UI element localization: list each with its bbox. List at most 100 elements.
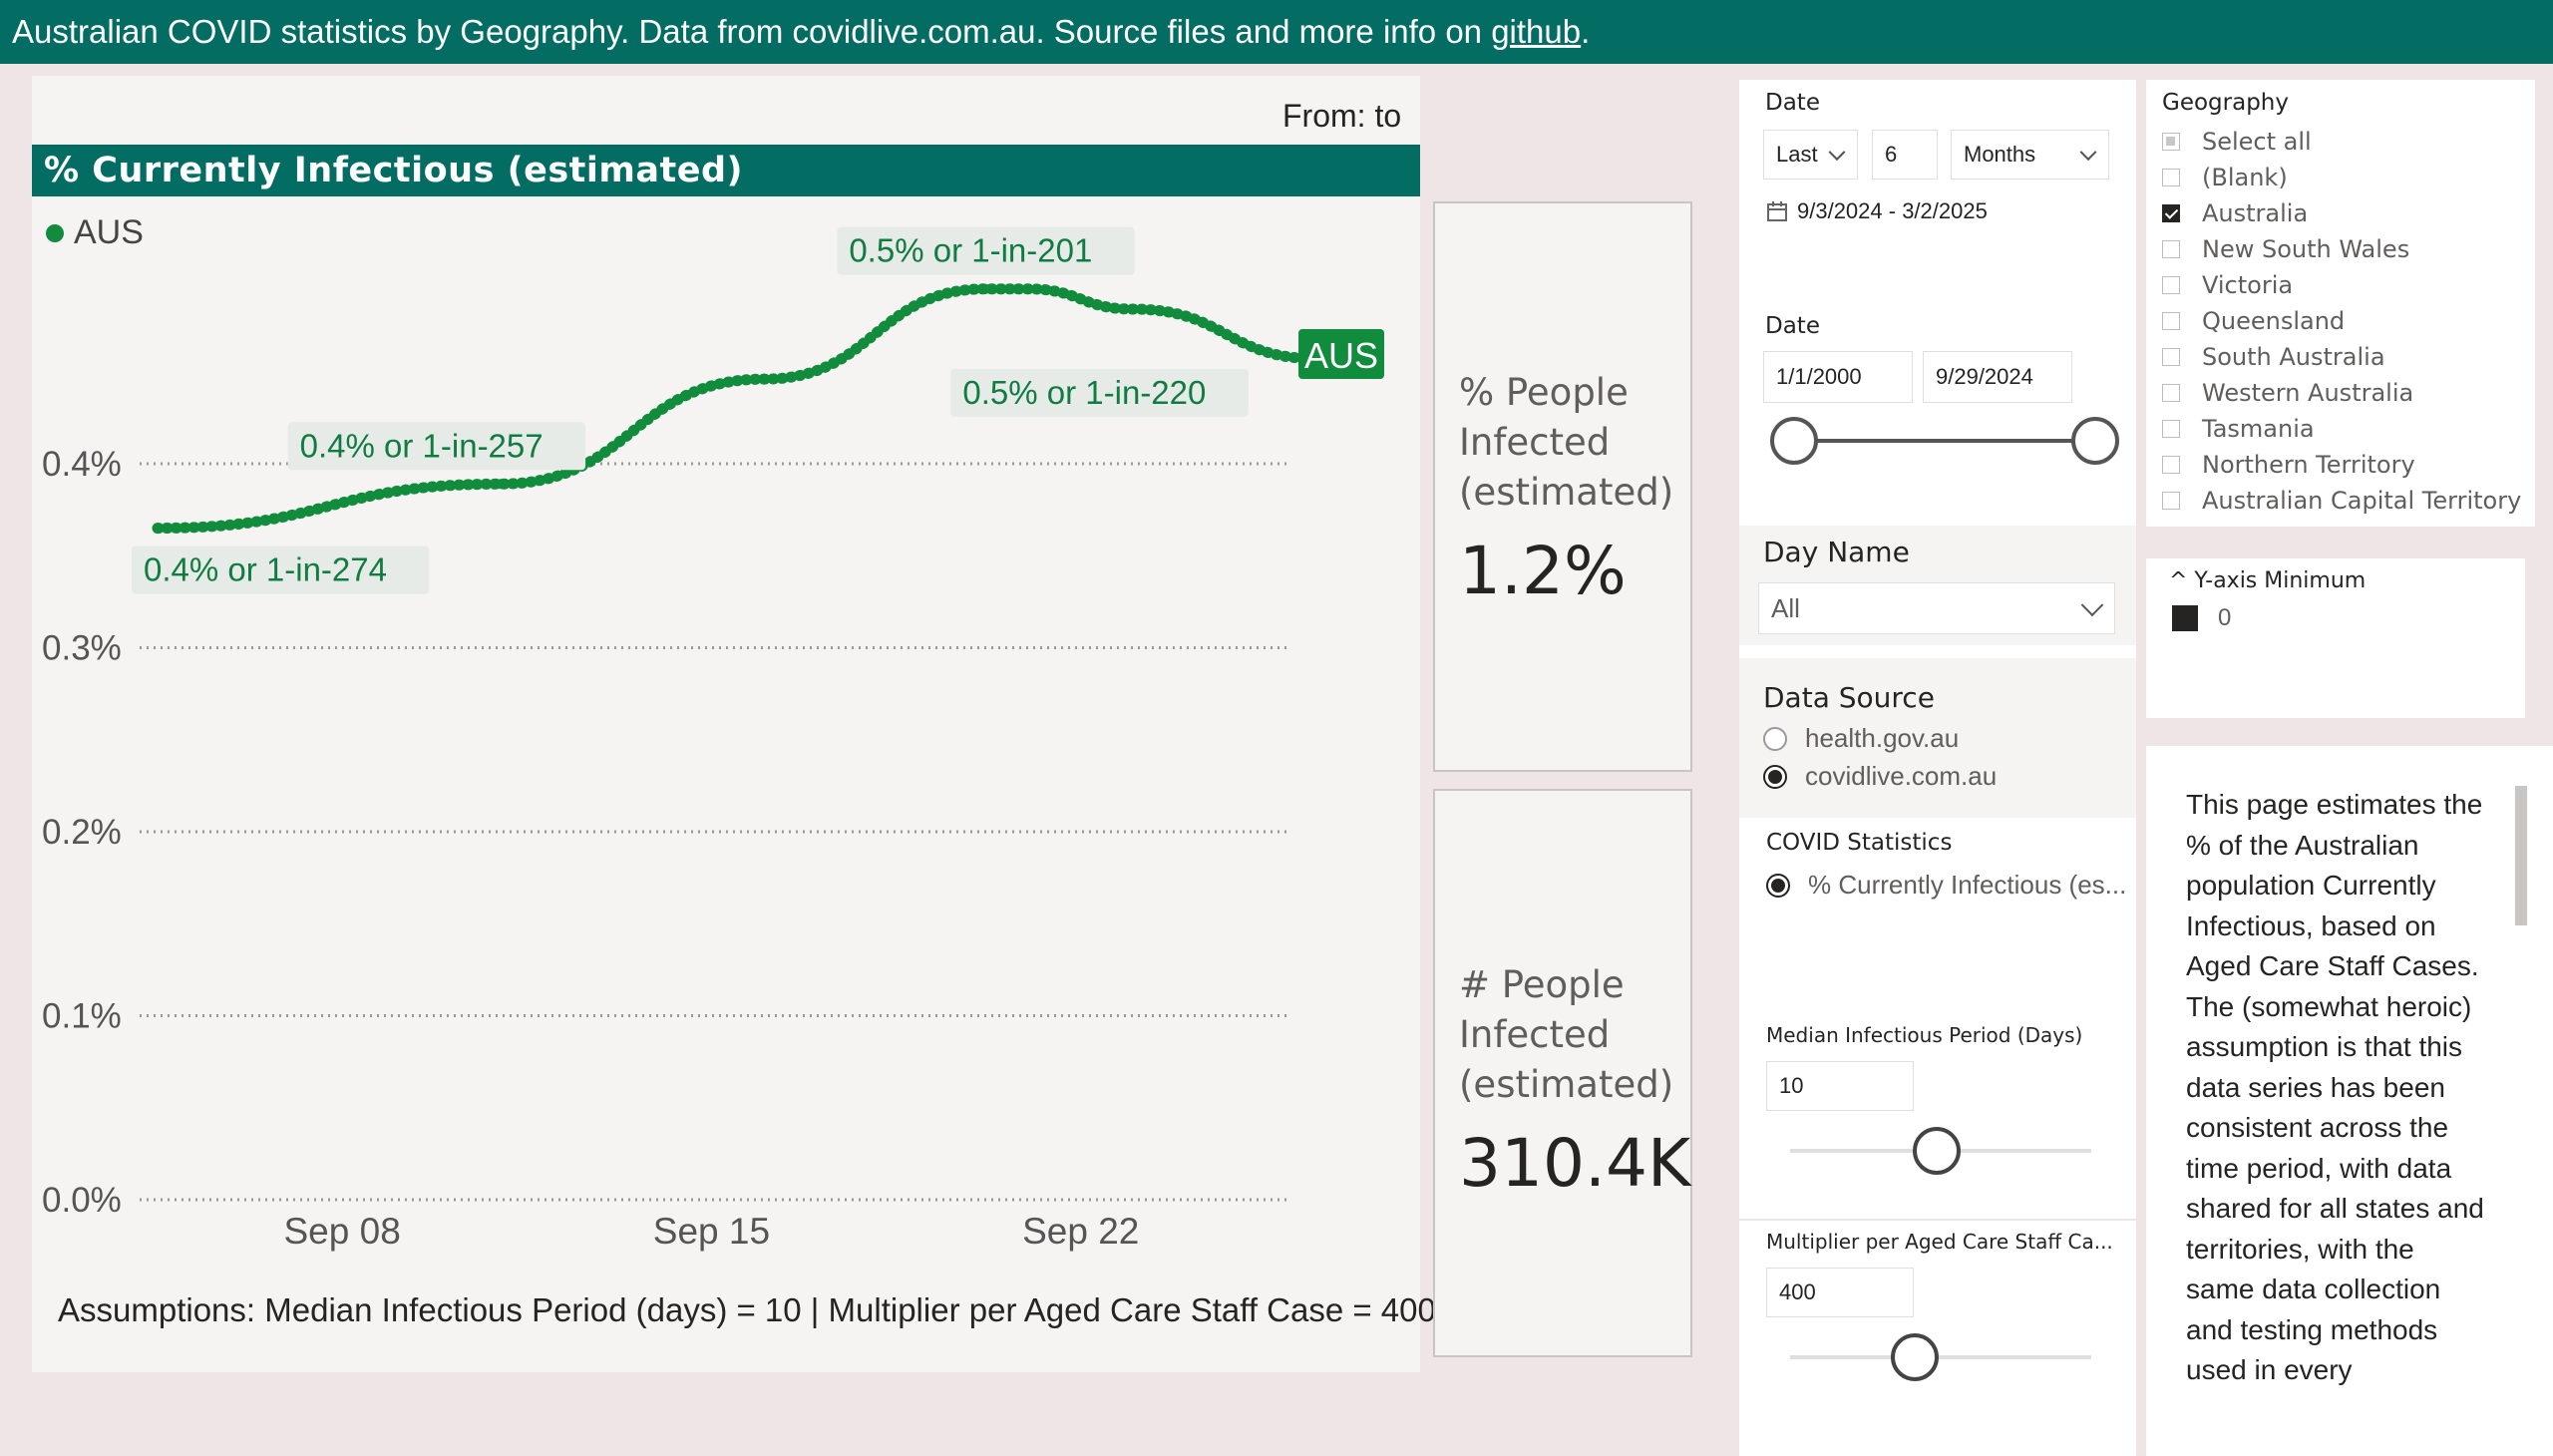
x-tick-label: Sep 08 [284,1211,401,1252]
kpi-card-percent-infected: % People Infected (estimated) 1.2% [1433,201,1692,772]
kpi-label-line: Infected [1459,421,1611,464]
checkbox-icon [2162,348,2180,366]
scrollbar-thumb[interactable] [2515,786,2527,925]
kpi-label-line: (estimated) [1459,1063,1674,1106]
line-chart[interactable]: 0.0% 0.1% 0.2% 0.3% 0.4% Sep 08 Sep 15 Sep 22 0.… [0,0,1436,1336]
kpi-label-line: (estimated) [1459,471,1674,514]
description-line: used in every [2186,1354,2353,1385]
geography-item[interactable]: Australia [2162,199,2308,227]
date-range-text: 9/3/2024 - 3/2/2025 [1797,198,1988,223]
data-point [1022,283,1033,294]
range-start-handle[interactable] [1770,417,1818,465]
median-period-input[interactable]: 10 [1766,1061,1914,1111]
geography-item[interactable]: Western Australia [2162,379,2413,407]
geography-item[interactable]: New South Wales [2162,235,2409,263]
geography-item-label: Australia [2202,199,2309,227]
geography-item[interactable]: South Australia [2162,343,2385,371]
description-line: This page estimates the [2186,789,2483,820]
geography-item-label: Northern Territory [2202,451,2415,479]
relative-count-input[interactable]: 6 [1872,130,1938,180]
multiplier-value: 400 [1779,1279,1816,1304]
covid-stats-option-label: % Currently Infectious (es... [1808,870,2127,900]
divider [1739,1219,2136,1221]
date-range-track [1793,439,2096,443]
data-label: 0.4% or 1-in-274 [144,551,387,588]
description-line: population Currently [2186,870,2436,901]
checkbox-icon [2162,240,2180,258]
covid-stats-option[interactable]: % Currently Infectious (es... [1766,870,2126,901]
checkbox-icon [2162,420,2180,438]
kpi-card-people-infected: # People Infected (estimated) 310.4K [1433,789,1692,1357]
geography-item[interactable]: Northern Territory [2162,451,2415,479]
chevron-down-icon [1828,144,1846,162]
relative-unit-value: Months [1964,142,2036,167]
data-source-option[interactable]: covidlive.com.au [1763,761,1997,792]
checkbox-icon [2162,384,2180,402]
description-line: data series has been [2186,1071,2445,1103]
end-date-input[interactable]: 9/29/2024 [1923,351,2072,403]
y-axis-min-value-row[interactable]: 0 [2172,604,2231,632]
data-point [153,523,163,534]
checkbox-icon [2162,456,2180,474]
data-label: 0.5% or 1-in-201 [849,232,1092,269]
data-point [1128,304,1139,315]
date-between-title: Date [1765,313,1820,339]
banner-suffix: . [1581,13,1591,50]
y-tick-label: 0.0% [42,1181,122,1220]
geography-item[interactable]: Australian Capital Territory [2162,487,2521,515]
y-tick-label: 0.3% [42,629,122,668]
multiplier-input[interactable]: 400 [1766,1268,1914,1317]
data-label: 0.5% or 1-in-220 [962,374,1206,411]
geography-title: Geography [2162,90,2289,116]
end-date-value: 9/29/2024 [1936,364,2033,389]
y-axis-min-value: 0 [2218,604,2232,631]
description-line: same data collection [2186,1274,2441,1304]
day-name-dropdown[interactable]: All [1758,582,2115,634]
x-tick-label: Sep 22 [1022,1211,1139,1252]
chevron-down-icon [2079,144,2097,162]
relative-mode-value: Last [1776,142,1818,167]
date-range-readout: 9/3/2024 - 3/2/2025 [1765,198,1988,224]
geography-item[interactable]: (Blank) [2162,164,2288,191]
geography-item[interactable]: Queensland [2162,307,2345,335]
description-line: consistent across the [2186,1112,2449,1143]
description-line: assumption is that this [2186,1031,2463,1062]
geography-item[interactable]: Select all [2162,128,2312,156]
chevron-down-icon [2080,593,2104,617]
multiplier-handle[interactable] [1891,1333,1939,1381]
start-date-input[interactable]: 1/1/2000 [1763,351,1913,403]
median-period-value: 10 [1779,1073,1804,1098]
description-line: individual state and [2186,1391,2535,1398]
checkbox-icon [2162,169,2180,186]
relative-unit-dropdown[interactable]: Months [1951,130,2109,180]
relative-mode-dropdown[interactable]: Last [1763,130,1858,180]
day-name-title: Day Name [1763,536,1910,568]
data-label: 0.4% or 1-in-257 [300,427,544,464]
geography-item-label: Victoria [2202,271,2294,299]
range-end-handle[interactable] [2071,417,2119,465]
radio-button-icon [1766,873,1790,898]
checkbox-icon [2162,312,2180,330]
github-link[interactable]: github [1491,13,1581,50]
geography-item[interactable]: Victoria [2162,271,2293,299]
description-line: time period, with data [2186,1152,2452,1184]
median-period-handle[interactable] [1913,1127,1961,1175]
y-axis-min-title: ^ Y-axis Minimum [2169,568,2367,593]
geography-item-label: Select all [2202,128,2312,156]
y-tick-label: 0.1% [42,997,122,1036]
checkbox-icon [2162,133,2180,151]
kpi-label-line: # People [1459,963,1625,1006]
description-line: % of the Australian [2186,829,2419,861]
data-point [495,479,506,490]
day-name-value: All [1771,592,1800,623]
y-tick-label: 0.4% [42,445,122,484]
start-date-value: 1/1/2000 [1776,364,1862,389]
data-source-option[interactable]: health.gov.au [1763,723,1959,754]
description-line: shared for all states and [2186,1193,2484,1224]
color-swatch-icon [2172,605,2198,631]
geography-item[interactable]: Tasmania [2162,415,2315,443]
end-label: AUS [1304,335,1378,376]
x-tick-label: Sep 15 [653,1211,770,1252]
geography-item-label: New South Wales [2202,235,2410,263]
description-line: The (somewhat heroic) [2186,990,2472,1022]
